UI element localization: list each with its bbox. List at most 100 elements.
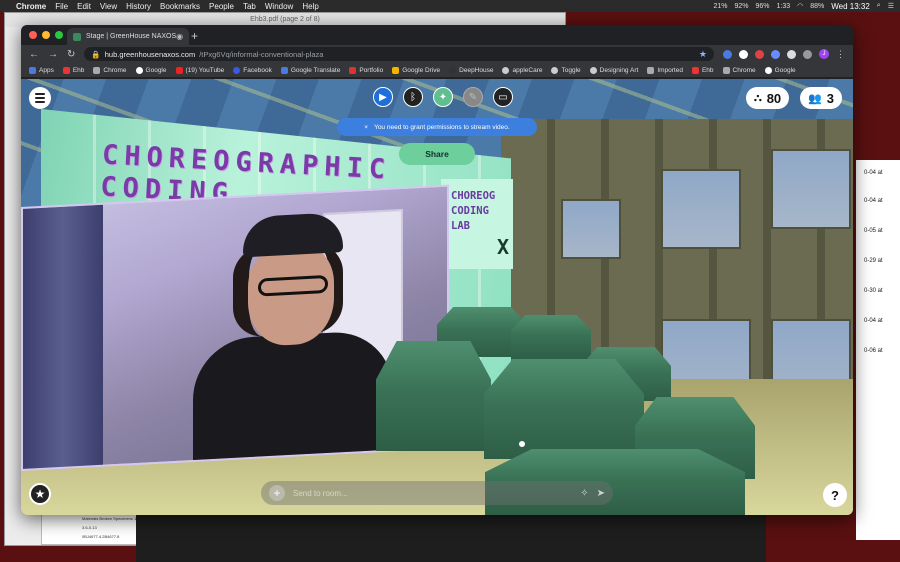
menu-item-tab[interactable]: Tab [243, 2, 256, 11]
bookmark-item[interactable]: Toggle [551, 66, 581, 74]
menu-item-people[interactable]: People [209, 2, 234, 11]
objects-icon: ⛬ [754, 91, 762, 104]
create-object-button[interactable]: + [269, 485, 285, 501]
bookmark-item[interactable]: Ehb [62, 66, 84, 74]
menu-item-view[interactable]: View [100, 2, 117, 11]
battery-status[interactable]: 88% [810, 3, 824, 10]
bluetooth-icon[interactable]: ᛒ [403, 87, 423, 107]
bookmarks-bar: Apps Ehb Chrome Google (19) YouTube Face… [21, 63, 853, 78]
share-button[interactable]: Share [399, 143, 475, 165]
extension-icon[interactable] [755, 49, 764, 59]
cpu-status[interactable]: 21% [713, 3, 727, 10]
back-icon[interactable]: ← [29, 49, 39, 60]
magic-wand-icon[interactable]: ✦ [433, 87, 453, 107]
bookmark-item[interactable]: Portfolio [349, 66, 383, 74]
bookmark-item[interactable]: Chrome [93, 66, 127, 74]
bookmark-item[interactable]: appleCare [502, 66, 542, 74]
camera-icon[interactable]: ▶ [373, 87, 393, 107]
objects-count: 80 [766, 90, 782, 106]
bookmark-item[interactable]: Apps [29, 66, 54, 74]
bookmark-star-icon[interactable]: ★ [699, 49, 707, 60]
extension-icon[interactable] [771, 49, 780, 59]
hexagon-block[interactable] [376, 341, 491, 451]
extension-icon[interactable] [739, 49, 748, 59]
search-icon[interactable]: ⌕ [877, 2, 881, 10]
close-window-button[interactable] [29, 31, 37, 39]
window-pane [561, 199, 621, 259]
doc-entry: 0-04 at [864, 170, 883, 176]
window-pane [771, 149, 851, 229]
menu-item-bookmarks[interactable]: Bookmarks [160, 2, 200, 11]
wifi-icon[interactable]: ◠ [797, 2, 803, 10]
lock-icon[interactable]: 🔒 [91, 50, 100, 59]
menu-item-edit[interactable]: Edit [77, 2, 91, 11]
menu-item-app[interactable]: Chrome [16, 2, 46, 11]
address-bar[interactable]: 🔒 hub.greenhousenaxos.com/tPxg6Vq/inform… [84, 47, 714, 61]
tab-title: Stage | GreenHouse NAXOS [86, 33, 177, 40]
macos-menu-bar: Chrome File Edit View History Bookmarks … [0, 0, 900, 12]
extension-icon[interactable] [787, 49, 796, 59]
background-document: 0-04 at 0-04 at 0-05 at 0-29 at 0-30 at … [856, 160, 900, 540]
bookmark-item[interactable]: (19) YouTube [175, 66, 224, 74]
window-pane [661, 169, 741, 249]
lab-sign-text: CHOREOG CODING LAB [451, 190, 496, 232]
bookmark-folder[interactable]: Imported [647, 66, 683, 74]
emoji-wand-icon[interactable]: ✧ [580, 488, 588, 499]
bookmark-item[interactable]: Facebook [233, 66, 272, 74]
doc-entry: 0-04 at [864, 318, 883, 324]
bookmark-item[interactable]: Designing Art [589, 66, 638, 74]
bookmark-item[interactable]: Google [764, 66, 796, 74]
reload-icon[interactable]: ↻ [67, 49, 75, 60]
timer-status[interactable]: 1:33 [777, 3, 791, 10]
send-icon[interactable]: ➤ [597, 488, 605, 499]
bookmark-item[interactable]: DeepHouse [449, 66, 493, 74]
menu-item-window[interactable]: Window [265, 2, 293, 11]
control-center-icon[interactable]: ☰ [888, 2, 894, 10]
favorite-star-icon[interactable]: ★ [29, 483, 51, 505]
people-icon: 👥 [808, 92, 822, 105]
extension-icon[interactable] [723, 49, 732, 59]
profile-avatar[interactable]: J [819, 49, 829, 59]
share-screen-icon[interactable]: ▭ [493, 87, 513, 107]
people-count: 3 [826, 90, 834, 106]
bookmark-item[interactable]: Google Drive [392, 66, 440, 74]
menu-item-help[interactable]: Help [302, 2, 318, 11]
clock[interactable]: Wed 13:32 [831, 2, 870, 11]
chat-input[interactable] [293, 488, 573, 498]
bookmark-item[interactable]: Google [135, 66, 167, 74]
window-controls [29, 31, 63, 39]
puzzle-icon[interactable] [803, 49, 812, 59]
bookmark-item[interactable]: Google Translate [280, 66, 340, 74]
bookmark-folder[interactable]: Chrome [722, 66, 756, 74]
permission-notice: × You need to grant permissions to strea… [337, 118, 537, 136]
minimize-window-button[interactable] [42, 31, 50, 39]
menu-item-file[interactable]: File [55, 2, 68, 11]
browser-toolbar: ← → ↻ 🔒 hub.greenhousenaxos.com/tPxg6Vq/… [21, 45, 853, 63]
doc-entry: 0-06 at [864, 348, 883, 354]
browser-tab-active[interactable]: Stage | GreenHouse NAXOS ◉ [67, 28, 189, 45]
new-tab-button[interactable]: + [191, 29, 198, 43]
hexagon-block[interactable] [484, 359, 644, 459]
forward-icon[interactable]: → [48, 49, 58, 60]
people-count-pill[interactable]: 👥 3 [800, 87, 842, 109]
more-menu-icon[interactable]: ⋮ [836, 49, 845, 60]
doc-entry: 0-30 at [864, 288, 883, 294]
zoom-window-button[interactable] [55, 31, 63, 39]
main-menu-button[interactable] [29, 87, 51, 109]
objects-count-pill[interactable]: ⛬ 80 [746, 87, 790, 109]
url-path: /tPxg6Vq/informal-conventional-plaza [199, 49, 324, 59]
hubs-3d-scene[interactable]: CHOREOGRAPHIC CODING CHOREOG CODING LAB … [21, 79, 853, 515]
battery-app-status[interactable]: 92% [734, 3, 748, 10]
doc-entry: 0-29 at [864, 258, 883, 264]
memory-status[interactable]: 96% [755, 3, 769, 10]
pen-icon[interactable]: ✎ [463, 87, 483, 107]
tab-close-icon[interactable]: ◉ [176, 32, 183, 41]
media-toolbar: ▶ ᛒ ✦ ✎ ▭ [373, 87, 513, 107]
bookmark-item[interactable]: Ehb [691, 66, 714, 74]
notice-close-icon[interactable]: × [364, 124, 368, 131]
hexagon-block[interactable] [511, 315, 591, 359]
menu-item-history[interactable]: History [126, 2, 151, 11]
help-button[interactable]: ? [823, 483, 847, 507]
chat-bar: + ✧ ➤ [261, 481, 613, 505]
status-area: 21% 92% 96% 1:33 ◠ 88% Wed 13:32 ⌕ ☰ [713, 2, 894, 11]
